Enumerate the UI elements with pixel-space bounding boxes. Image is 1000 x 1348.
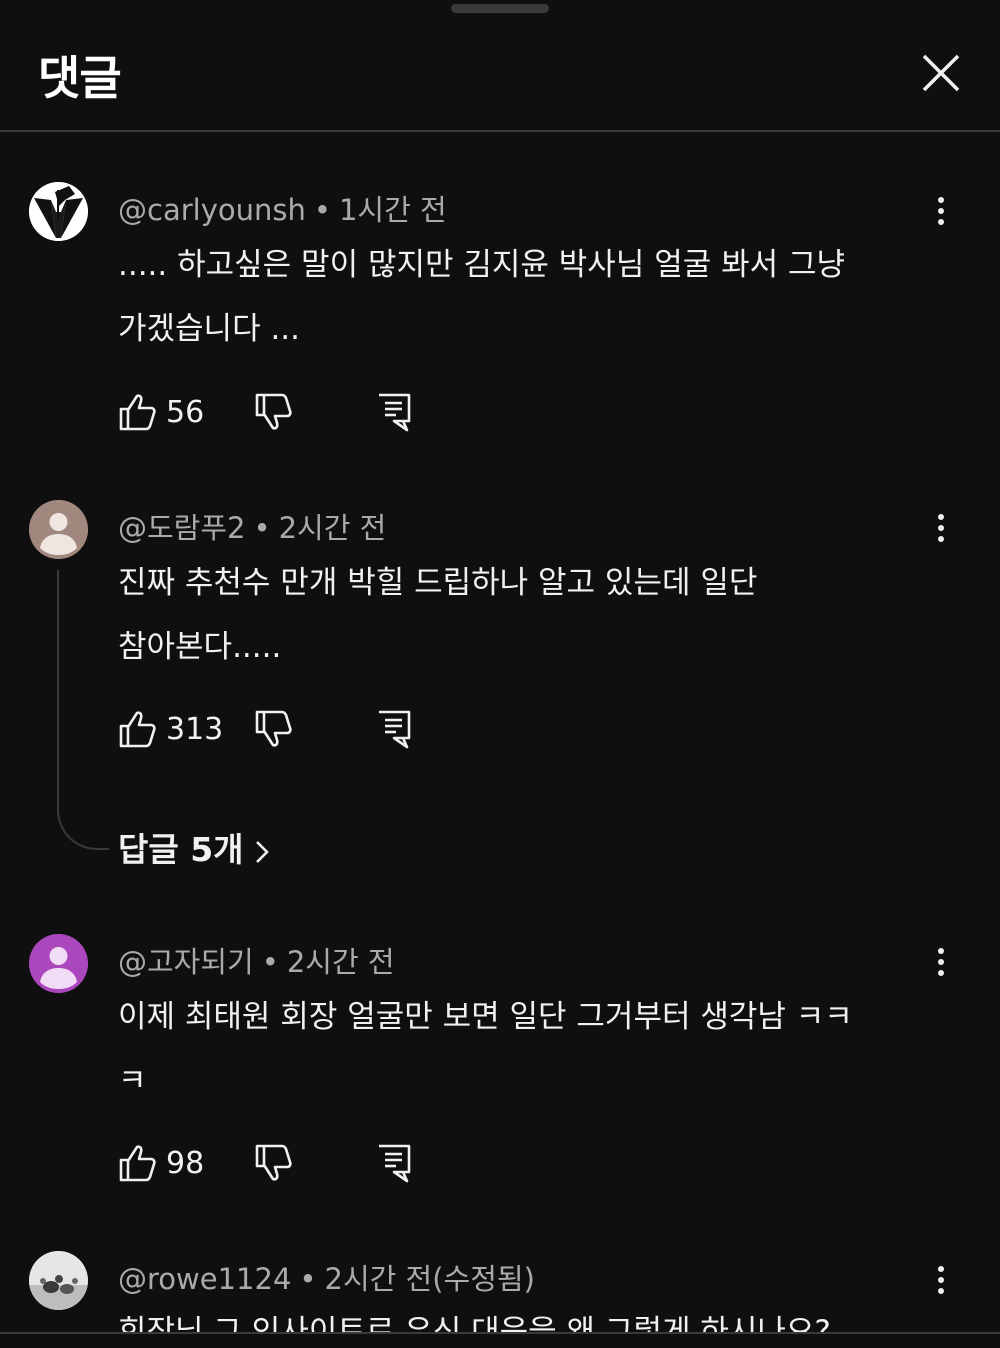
comment-text: 이제 최태원 회장 얼굴만 보면 일단 그거부터 생각남 ㅋㅋ ㅋ: [118, 999, 853, 1099]
thumb-down-icon: [255, 1144, 292, 1181]
reply-button[interactable]: [376, 1143, 412, 1187]
close-button[interactable]: [918, 50, 964, 96]
comment-author[interactable]: @carlyounsh: [118, 193, 306, 227]
comment-text: ..... 하고싶은 말이 많지만 김지윤 박사님 얼굴 봐서 그냥 가겠습니다…: [118, 247, 846, 347]
close-icon: [922, 54, 960, 92]
avatar[interactable]: [29, 182, 88, 241]
avatar[interactable]: [29, 500, 88, 559]
more-vert-icon: [938, 514, 944, 542]
thumb-up-icon: [119, 711, 156, 748]
comment-meta: @rowe1124 • 2시간 전(수정됨): [118, 1262, 535, 1296]
comment-author[interactable]: @rowe1124: [118, 1262, 291, 1296]
more-vert-icon: [938, 948, 944, 976]
avatar[interactable]: [29, 934, 88, 993]
thumb-up-icon: [119, 1145, 156, 1182]
like-count: 313: [166, 712, 224, 747]
comment-actions: 98: [118, 1143, 438, 1187]
more-vert-icon: [938, 197, 944, 225]
reply-button[interactable]: [376, 392, 412, 436]
thumb-down-icon: [255, 710, 292, 747]
comment-time: 2시간 전(수정됨): [324, 1262, 535, 1296]
reply-thread-line: [57, 570, 109, 850]
comments-header: 댓글: [0, 0, 1000, 132]
comment-author[interactable]: @고자되기: [118, 945, 254, 979]
comment-actions: 313: [118, 709, 438, 753]
comment-menu-button[interactable]: [928, 943, 954, 983]
comment-actions: 56: [118, 392, 438, 436]
header-divider: [0, 130, 1000, 132]
drag-handle[interactable]: [451, 4, 549, 13]
comment-menu-button[interactable]: [928, 192, 954, 232]
comment-time: 1시간 전: [338, 193, 447, 227]
comment-meta: @carlyounsh • 1시간 전: [118, 193, 447, 227]
reply-button[interactable]: [376, 709, 412, 753]
comment-meta: @고자되기 • 2시간 전: [118, 945, 395, 979]
comment-text: 진짜 추천수 만개 박힐 드립하나 알고 있는데 일단 참아본다.....: [118, 565, 758, 665]
comment-icon: [379, 710, 411, 749]
chevron-right-icon: [255, 840, 269, 863]
default-avatar-icon: [29, 500, 88, 559]
comment-time: 2시간 전: [286, 945, 395, 979]
input-divider: [0, 1332, 1000, 1334]
thumb-down-icon: [255, 393, 292, 430]
comment-menu-button[interactable]: [928, 1261, 954, 1301]
avatar[interactable]: [29, 1251, 88, 1310]
dislike-button[interactable]: [254, 709, 292, 753]
comment-meta: @도람푸2 • 2시간 전: [118, 511, 387, 545]
dislike-button[interactable]: [254, 1143, 292, 1187]
dislike-button[interactable]: [254, 392, 292, 436]
comment-icon: [379, 393, 411, 432]
view-replies-button[interactable]: 답글 5개: [118, 823, 270, 871]
comment-menu-button[interactable]: [928, 509, 954, 549]
more-vert-icon: [938, 1266, 944, 1294]
like-count: 98: [166, 1146, 205, 1181]
comment-icon: [379, 1144, 411, 1183]
comment-time: 2시간 전: [278, 511, 387, 545]
thumb-up-icon: [119, 394, 156, 431]
comment-text-clipped: 회장님 그 인사이트로 유신 대응을 왜 그렇게 하시나요?: [118, 1310, 918, 1332]
comment-author[interactable]: @도람푸2: [118, 511, 246, 545]
panel-title: 댓글: [38, 51, 122, 105]
comment-text: 회장님 그 인사이트로 유신 대응을 왜 그렇게 하시나요?: [118, 1314, 831, 1332]
replies-label: 답글 5개: [118, 830, 244, 869]
default-avatar-icon: [29, 934, 88, 993]
like-count: 56: [166, 395, 205, 430]
